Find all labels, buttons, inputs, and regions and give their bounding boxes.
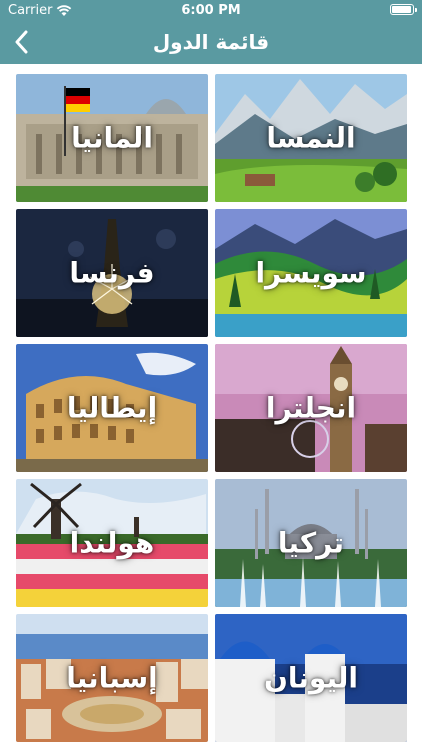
country-grid: النمسا المانيا سويسرا فرنسا انجلترا إيطا… [0, 64, 422, 750]
country-card-austria[interactable]: النمسا [215, 74, 407, 202]
country-label: المانيا [71, 121, 153, 155]
country-label: تركيا [277, 526, 345, 560]
country-card-switzerland[interactable]: سويسرا [215, 209, 407, 337]
page-title: قائمة الدول [152, 30, 270, 54]
country-label: سويسرا [255, 256, 367, 290]
status-time: 6:00 PM [181, 3, 241, 18]
country-card-spain[interactable]: إسبانيا [16, 614, 208, 742]
country-card-turkey[interactable]: تركيا [215, 479, 407, 607]
navigation-bar: قائمة الدول [0, 20, 422, 64]
country-card-germany[interactable]: المانيا [16, 74, 208, 202]
country-label: فرنسا [69, 256, 155, 290]
country-label: انجلترا [265, 391, 357, 425]
country-label: إسبانيا [66, 661, 158, 695]
country-card-netherlands[interactable]: هولندا [16, 479, 208, 607]
country-label: النمسا [266, 121, 356, 155]
status-bar: Carrier 6:00 PM [0, 0, 422, 20]
country-card-england[interactable]: انجلترا [215, 344, 407, 472]
country-label: إيطاليا [66, 391, 158, 425]
country-label: هولندا [69, 526, 155, 560]
country-card-italy[interactable]: إيطاليا [16, 344, 208, 472]
country-card-greece[interactable]: اليونان [215, 614, 407, 742]
country-card-france[interactable]: فرنسا [16, 209, 208, 337]
battery-icon [390, 4, 417, 15]
country-label: اليونان [263, 661, 359, 695]
